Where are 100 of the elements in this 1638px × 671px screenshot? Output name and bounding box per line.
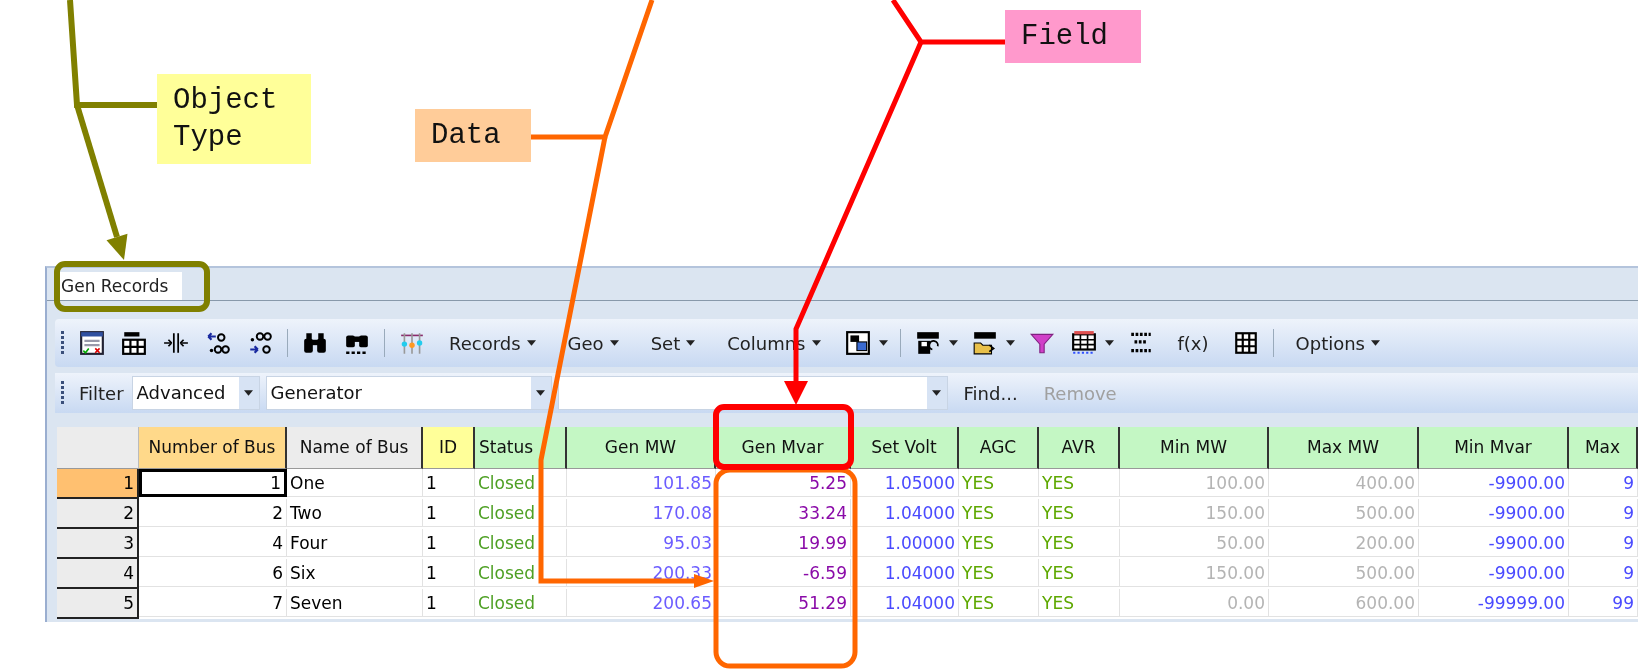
table-cell: 600.00 bbox=[1269, 589, 1419, 617]
table-cell: YES bbox=[1039, 469, 1120, 497]
table-cell: One bbox=[287, 469, 423, 497]
grip-handle-icon[interactable] bbox=[61, 330, 65, 356]
caret-icon[interactable] bbox=[878, 340, 888, 346]
table-cell: 6 bbox=[139, 559, 287, 587]
table-cell: 9 bbox=[1569, 499, 1638, 527]
table-cell: Closed bbox=[475, 469, 567, 497]
column-header[interactable]: Gen MW bbox=[567, 427, 716, 469]
table-cell: 9 bbox=[1569, 469, 1638, 497]
table-cell: 150.00 bbox=[1120, 499, 1269, 527]
table-cell: 200.00 bbox=[1269, 529, 1419, 557]
table-cell: 95.03 bbox=[567, 529, 716, 557]
column-header[interactable]: Min Mvar bbox=[1419, 427, 1569, 469]
table-cell: 150.00 bbox=[1120, 559, 1269, 587]
table-cell: Closed bbox=[475, 529, 567, 557]
caret-icon bbox=[686, 340, 696, 346]
column-header[interactable]: Max bbox=[1569, 427, 1638, 469]
table-cell: 9 bbox=[1569, 559, 1638, 587]
table-cell: 1.04000 bbox=[851, 589, 959, 617]
object-type-dropdown[interactable]: Generator bbox=[265, 376, 552, 410]
table-cell: YES bbox=[1039, 529, 1120, 557]
table-cell: -99999.00 bbox=[1419, 589, 1569, 617]
table-cell: 1 bbox=[423, 589, 475, 617]
row-header[interactable]: 2 bbox=[57, 499, 139, 529]
table-cell: YES bbox=[1039, 559, 1120, 587]
menu-button[interactable]: Records bbox=[439, 332, 546, 354]
callout-label: Data bbox=[415, 109, 531, 162]
table-cell: 0.00 bbox=[1120, 589, 1269, 617]
caret-icon[interactable] bbox=[1104, 340, 1114, 346]
table-cell: 7 bbox=[139, 589, 287, 617]
table-cell: 200.65 bbox=[567, 589, 716, 617]
table-cell: Closed bbox=[475, 499, 567, 527]
column-header[interactable]: Number of Bus bbox=[139, 427, 287, 469]
options-menu-button[interactable]: Options bbox=[1285, 332, 1390, 354]
table-cell: 33.24 bbox=[716, 499, 851, 527]
column-header[interactable]: Set Volt bbox=[851, 427, 959, 469]
table-cell: YES bbox=[959, 529, 1039, 557]
table-cell: 5.25 bbox=[716, 469, 851, 497]
row-header[interactable]: 5 bbox=[57, 589, 139, 619]
table-cell: 2 bbox=[139, 499, 287, 527]
table-cell: -9900.00 bbox=[1419, 499, 1569, 527]
column-header[interactable]: Name of Bus bbox=[287, 427, 423, 469]
table-cell: 500.00 bbox=[1269, 499, 1419, 527]
grip-handle-icon[interactable] bbox=[61, 380, 65, 406]
table-cell: YES bbox=[959, 559, 1039, 587]
caret-icon[interactable] bbox=[1005, 340, 1015, 346]
column-header[interactable]: ID bbox=[423, 427, 475, 469]
table-cell: YES bbox=[959, 589, 1039, 617]
table-cell: 99 bbox=[1569, 589, 1638, 617]
table-cell: Four bbox=[287, 529, 423, 557]
table-cell: 1.04000 bbox=[851, 559, 959, 587]
caret-icon bbox=[244, 390, 254, 396]
table-cell: 170.08 bbox=[567, 499, 716, 527]
filter-label: Filter bbox=[79, 382, 124, 404]
table-cell: 100.00 bbox=[1120, 469, 1269, 497]
table-cell: Six bbox=[287, 559, 423, 587]
column-resize-icon[interactable] bbox=[161, 330, 191, 356]
table-cell: YES bbox=[959, 499, 1039, 527]
row-header[interactable]: 1 bbox=[57, 469, 139, 499]
caret-icon[interactable] bbox=[948, 340, 958, 346]
table-cell: -6.59 bbox=[716, 559, 851, 587]
records-tab[interactable]: Gen Records bbox=[59, 272, 183, 300]
menu-button[interactable]: Geo bbox=[557, 332, 629, 354]
table-window-icon[interactable] bbox=[77, 330, 107, 356]
table-cell: 9 bbox=[1569, 529, 1638, 557]
table-cell: 1 bbox=[423, 529, 475, 557]
row-header[interactable]: 4 bbox=[57, 559, 139, 589]
column-header[interactable]: AGC bbox=[959, 427, 1039, 469]
table-cell: 1.00000 bbox=[851, 529, 959, 557]
table-cell: 500.00 bbox=[1269, 559, 1419, 587]
table-cell: 101.85 bbox=[567, 469, 716, 497]
row-header[interactable]: 3 bbox=[57, 529, 139, 559]
table-cell: 4 bbox=[139, 529, 287, 557]
column-header[interactable]: AVR bbox=[1039, 427, 1120, 469]
table-cell: -9900.00 bbox=[1419, 529, 1569, 557]
table-cell: 1 bbox=[423, 469, 475, 497]
table-cell: Seven bbox=[287, 589, 423, 617]
menu-button[interactable]: Set bbox=[640, 332, 706, 354]
caret-icon bbox=[1371, 340, 1380, 346]
column-header[interactable]: Max MW bbox=[1269, 427, 1419, 469]
function-button[interactable]: f(x) bbox=[1167, 332, 1219, 354]
caret-icon bbox=[932, 390, 942, 396]
find-button[interactable]: Find... bbox=[953, 382, 1028, 404]
caret-icon bbox=[536, 390, 546, 396]
table-cell: Closed bbox=[475, 559, 567, 587]
table-cell: -9900.00 bbox=[1419, 469, 1569, 497]
caret-icon bbox=[526, 340, 536, 346]
table-cell: -9900.00 bbox=[1419, 559, 1569, 587]
column-header[interactable]: Min MW bbox=[1120, 427, 1269, 469]
callout-label: Field bbox=[1005, 10, 1141, 63]
filter-dropdown[interactable] bbox=[557, 376, 948, 410]
table-cell: 51.29 bbox=[716, 589, 851, 617]
table-cell: YES bbox=[959, 469, 1039, 497]
grid-icon[interactable] bbox=[119, 330, 149, 356]
table-cell: 50.00 bbox=[1120, 529, 1269, 557]
table-cell: 1 bbox=[423, 559, 475, 587]
table-cell: Closed bbox=[475, 589, 567, 617]
filter-mode-dropdown[interactable]: Advanced bbox=[131, 376, 260, 410]
column-header[interactable]: Status bbox=[475, 427, 567, 469]
